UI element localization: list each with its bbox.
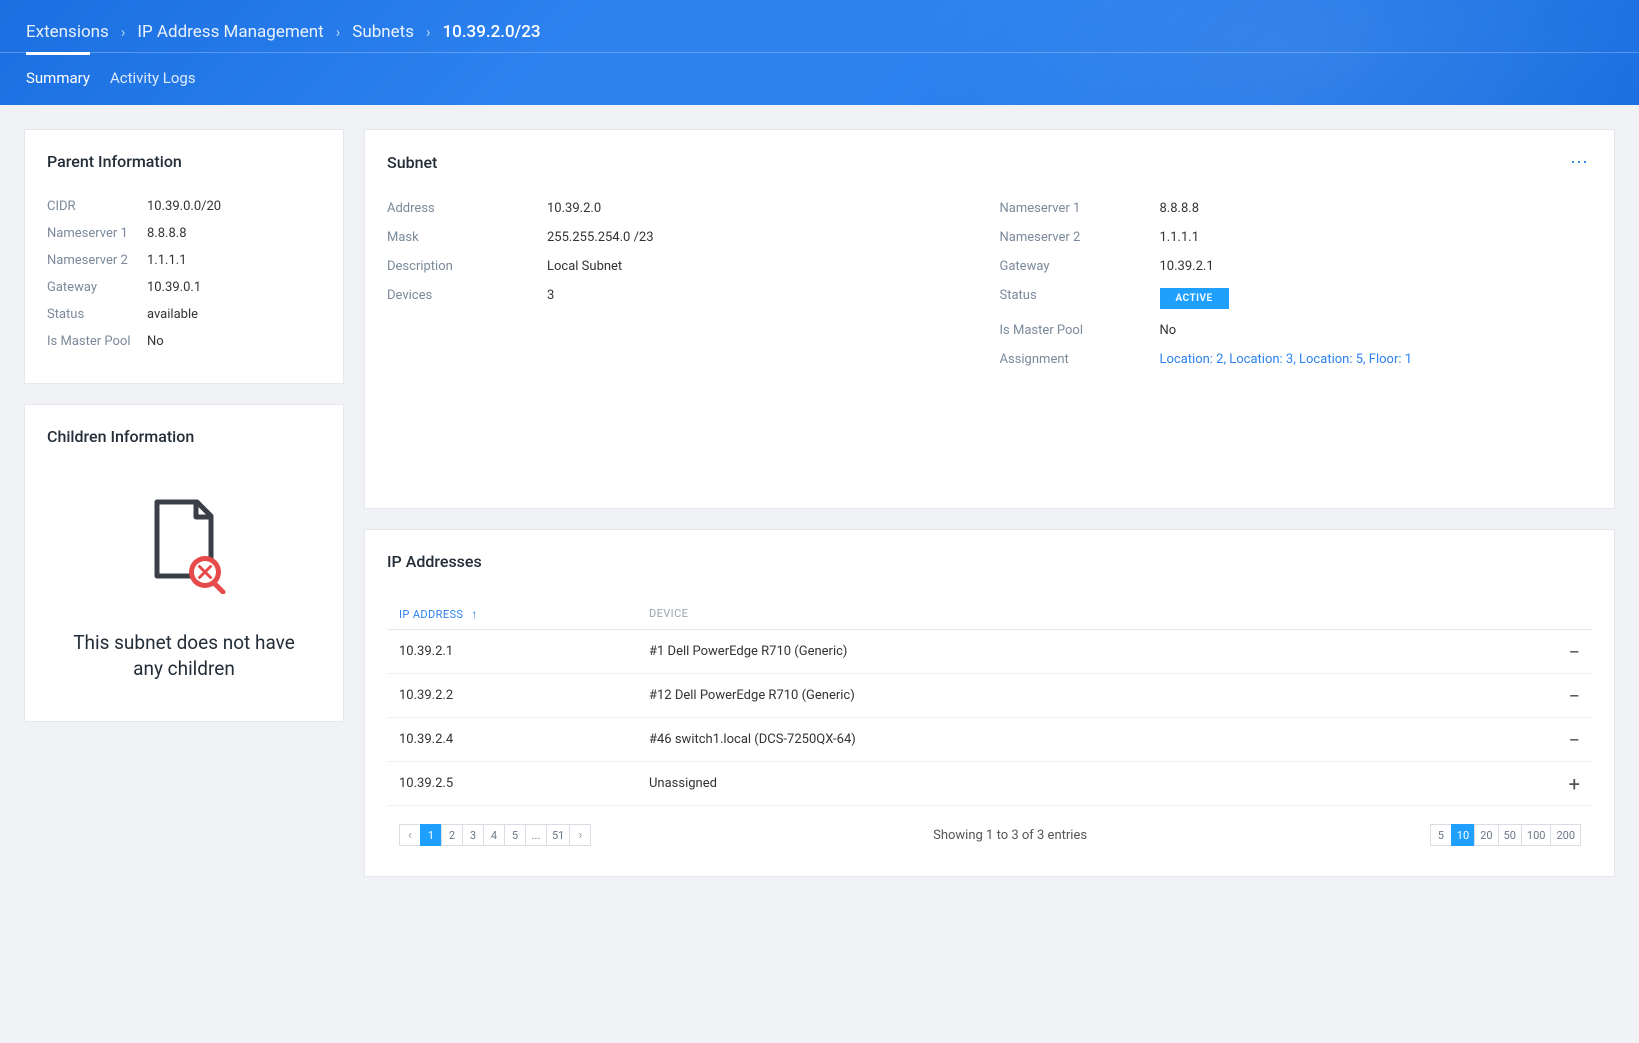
- parent-ns1-label: Nameserver 1: [47, 226, 147, 241]
- page-size-button[interactable]: 200: [1550, 824, 1581, 846]
- page-size-selector: 5102050100200: [1430, 824, 1580, 846]
- table-row[interactable]: 10.39.2.2#12 Dell PowerEdge R710 (Generi…: [387, 674, 1592, 718]
- subnet-desc-value: Local Subnet: [547, 259, 622, 274]
- subnet-ns1-label: Nameserver 1: [1000, 201, 1160, 216]
- page-size-button[interactable]: 100: [1521, 824, 1552, 846]
- ip-addresses-title: IP Addresses: [387, 552, 1592, 571]
- ip-address-cell: 10.39.2.1: [399, 644, 649, 659]
- tab-summary[interactable]: Summary: [26, 53, 90, 105]
- parent-cidr-value: 10.39.0.0/20: [147, 199, 221, 214]
- remove-icon[interactable]: −: [1540, 689, 1580, 703]
- add-icon[interactable]: +: [1540, 777, 1580, 791]
- subnet-address-value: 10.39.2.0: [547, 201, 601, 216]
- parent-ns2-label: Nameserver 2: [47, 253, 147, 268]
- page-button[interactable]: 51: [546, 824, 570, 846]
- parent-master-label: Is Master Pool: [47, 334, 147, 349]
- subnet-master-label: Is Master Pool: [1000, 323, 1160, 338]
- page-button[interactable]: 1: [420, 824, 442, 846]
- breadcrumb: Extensions › IP Address Management › Sub…: [0, 0, 1639, 52]
- breadcrumb-ipam[interactable]: IP Address Management: [137, 22, 323, 42]
- subnet-gateway-label: Gateway: [1000, 259, 1160, 274]
- chevron-right-icon: ›: [426, 23, 431, 41]
- page-button[interactable]: 3: [462, 824, 484, 846]
- device-cell: #46 switch1.local (DCS-7250QX-64): [649, 732, 1540, 747]
- tabs: Summary Activity Logs: [0, 52, 1639, 105]
- ip-table-header: IP ADDRESS ↑ DEVICE: [387, 599, 1592, 630]
- parent-gateway-value: 10.39.0.1: [147, 280, 201, 295]
- subnet-status-label: Status: [1000, 288, 1160, 303]
- page-button[interactable]: 5: [504, 824, 526, 846]
- table-row[interactable]: 10.39.2.4#46 switch1.local (DCS-7250QX-6…: [387, 718, 1592, 762]
- ip-address-cell: 10.39.2.4: [399, 732, 649, 747]
- children-information-card: Children Information This subnet does no…: [24, 404, 344, 722]
- children-empty-message: This subnet does not have any children: [53, 630, 315, 681]
- ip-address-cell: 10.39.2.5: [399, 776, 649, 791]
- chevron-right-icon: ›: [121, 23, 126, 41]
- page-size-button[interactable]: 10: [1451, 824, 1475, 846]
- subnet-assignment-label: Assignment: [1000, 352, 1160, 367]
- column-device[interactable]: DEVICE: [649, 607, 1580, 621]
- parent-ns2-value: 1.1.1.1: [147, 253, 187, 268]
- table-row[interactable]: 10.39.2.5Unassigned+: [387, 762, 1592, 806]
- subnet-ns2-value: 1.1.1.1: [1160, 230, 1200, 245]
- page-size-button[interactable]: 20: [1474, 824, 1498, 846]
- ip-addresses-card: IP Addresses IP ADDRESS ↑ DEVICE 10.39.2…: [364, 529, 1615, 877]
- parent-information-card: Parent Information CIDR10.39.0.0/20 Name…: [24, 129, 344, 384]
- showing-entries: Showing 1 to 3 of 3 entries: [933, 828, 1087, 843]
- parent-info-title: Parent Information: [47, 152, 321, 171]
- parent-cidr-label: CIDR: [47, 199, 147, 214]
- parent-gateway-label: Gateway: [47, 280, 147, 295]
- more-actions-icon[interactable]: ⋯: [1568, 152, 1592, 173]
- page-ellipsis: ...: [525, 824, 547, 846]
- subnet-assignment-link[interactable]: Location: 2, Location: 3, Location: 5, F…: [1160, 352, 1413, 367]
- subnet-ns2-label: Nameserver 2: [1000, 230, 1160, 245]
- parent-status-value: available: [147, 307, 198, 322]
- remove-icon[interactable]: −: [1540, 645, 1580, 659]
- subnet-desc-label: Description: [387, 259, 547, 274]
- page-size-button[interactable]: 50: [1498, 824, 1522, 846]
- tab-activity-logs[interactable]: Activity Logs: [110, 53, 196, 105]
- column-ip-address[interactable]: IP ADDRESS ↑: [399, 607, 649, 621]
- children-empty-state: This subnet does not have any children: [47, 474, 321, 699]
- remove-icon[interactable]: −: [1540, 733, 1580, 747]
- subnet-gateway-value: 10.39.2.1: [1160, 259, 1214, 274]
- subnet-devices-label: Devices: [387, 288, 547, 303]
- parent-ns1-value: 8.8.8.8: [147, 226, 187, 241]
- subnet-ns1-value: 8.8.8.8: [1160, 201, 1200, 216]
- content: Parent Information CIDR10.39.0.0/20 Name…: [0, 105, 1639, 901]
- subnet-mask-label: Mask: [387, 230, 547, 245]
- prev-page-button[interactable]: ‹: [399, 824, 421, 846]
- ip-address-cell: 10.39.2.2: [399, 688, 649, 703]
- page-button[interactable]: 4: [483, 824, 505, 846]
- children-info-title: Children Information: [47, 427, 321, 446]
- chevron-right-icon: ›: [336, 23, 341, 41]
- pagination: ‹12345...51›: [399, 824, 590, 846]
- page-button[interactable]: 2: [441, 824, 463, 846]
- page-size-button[interactable]: 5: [1430, 824, 1452, 846]
- breadcrumb-current: 10.39.2.0/23: [443, 22, 541, 42]
- parent-master-value: No: [147, 334, 164, 349]
- page-header: Extensions › IP Address Management › Sub…: [0, 0, 1639, 105]
- breadcrumb-extensions[interactable]: Extensions: [26, 22, 109, 42]
- subnet-master-value: No: [1160, 323, 1177, 338]
- subnet-devices-value: 3: [547, 288, 554, 303]
- empty-document-icon: [139, 494, 229, 594]
- subnet-title: Subnet: [387, 153, 437, 172]
- device-cell: #1 Dell PowerEdge R710 (Generic): [649, 644, 1540, 659]
- parent-status-label: Status: [47, 307, 147, 322]
- subnet-card: Subnet ⋯ Address10.39.2.0 Mask255.255.25…: [364, 129, 1615, 509]
- status-badge: ACTIVE: [1160, 288, 1229, 309]
- device-cell: #12 Dell PowerEdge R710 (Generic): [649, 688, 1540, 703]
- subnet-address-label: Address: [387, 201, 547, 216]
- sort-asc-icon: ↑: [471, 607, 477, 621]
- device-cell: Unassigned: [649, 776, 1540, 791]
- next-page-button[interactable]: ›: [569, 824, 591, 846]
- breadcrumb-subnets[interactable]: Subnets: [352, 22, 414, 42]
- subnet-mask-value: 255.255.254.0 /23: [547, 230, 654, 245]
- table-row[interactable]: 10.39.2.1#1 Dell PowerEdge R710 (Generic…: [387, 630, 1592, 674]
